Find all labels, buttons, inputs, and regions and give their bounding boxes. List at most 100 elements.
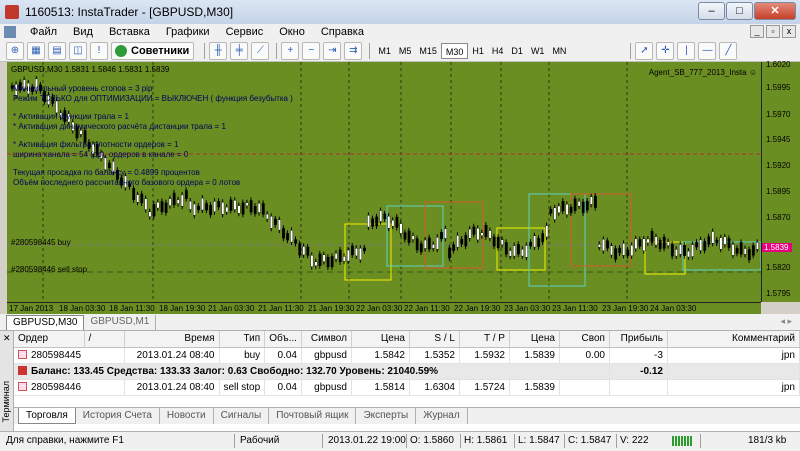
chart-tab-gbpusd-m1[interactable]: GBPUSD,M1 [84,315,157,330]
terminal-close-icon[interactable]: ✕ [3,333,11,344]
tab-experts[interactable]: Эксперты [356,408,417,424]
candlestick-icon[interactable]: ╪ [230,41,249,60]
column-open-price[interactable]: Цена [351,331,410,348]
tab-mailbox[interactable]: Почтовый ящик [269,408,357,424]
candle-body [735,248,739,254]
menu-tools[interactable]: Сервис [218,24,272,40]
price-tick: 1.5795 [766,289,791,298]
market-watch-icon[interactable]: ▤ [48,41,66,60]
column-current-price[interactable]: Цена [509,331,560,348]
column-swap[interactable]: Своп [559,331,610,348]
menu-view[interactable]: Вид [65,24,101,40]
chart-restore-button[interactable]: ▫ [766,25,780,38]
candle-body [513,245,516,257]
data-window-icon[interactable]: ◫ [69,41,87,60]
chart-close-button[interactable]: x [782,25,796,38]
chart-minimize-button[interactable]: _ [750,25,764,38]
candle-body [270,216,273,229]
menu-charts[interactable]: Графики [158,24,218,40]
ea-comment-line: * Активация динамического расчёта дистан… [13,122,226,131]
close-button[interactable]: ✕ [754,2,796,20]
candle-body [184,190,188,199]
cursor-icon[interactable]: ➚ [635,41,654,60]
menu-window[interactable]: Окно [271,24,313,40]
tab-news[interactable]: Новости [160,408,214,424]
column-profit[interactable]: Прибыль [609,331,668,348]
candle-body [379,210,383,222]
tab-journal[interactable]: Журнал [416,408,468,424]
menu-insert[interactable]: Вставка [101,24,158,40]
vertical-line-icon[interactable]: | [677,41,696,60]
time-tick: 21 Jan 11:30 [258,304,304,313]
sell-stop-order-label[interactable]: #280598446 sell stop [11,265,87,274]
channel-box [386,205,444,267]
column-sort[interactable]: / [84,331,125,348]
candle-body [237,205,241,214]
minimize-button[interactable]: ‒ [698,2,725,20]
menu-file[interactable]: Файл [22,24,65,40]
navigator-icon[interactable]: ! [90,41,108,60]
time-tick: 22 Jan 19:30 [454,304,501,313]
candle-body [468,228,472,239]
crosshair-icon[interactable]: ✛ [656,41,675,60]
candle-body [683,245,686,256]
candle-body [427,237,431,250]
new-chart-icon[interactable]: ⊕ [6,41,24,60]
chart-shift-icon[interactable]: ⇥ [323,41,342,60]
table-row[interactable]: 280598445 2013.01.24 08:40 buy 0.04 gbpu… [14,347,800,364]
column-time[interactable]: Время [124,331,220,348]
tab-account-history[interactable]: История Счета [76,408,160,424]
profiles-icon[interactable]: ▦ [27,41,45,60]
channel-box [424,201,484,269]
autoscroll-icon[interactable]: ⇉ [344,41,363,60]
column-type[interactable]: Тип [219,331,266,348]
timeframe-h1[interactable]: H1 [468,43,488,59]
zoom-in-icon[interactable]: + [281,41,300,60]
expert-advisors-button[interactable]: Советники [111,41,195,60]
column-symbol[interactable]: Символ [301,331,352,348]
horizontal-line-icon[interactable]: — [698,41,717,60]
column-volume[interactable]: Объ... [264,331,302,348]
candle-body [614,248,618,260]
tab-signals[interactable]: Сигналы [214,408,270,424]
column-stop-loss[interactable]: S / L [409,331,460,348]
candle-body [666,241,670,246]
column-comment[interactable]: Комментарий [667,331,800,348]
tab-scroll-arrows[interactable]: ◂ ▸ [780,316,792,327]
column-order[interactable]: Ордер [14,331,85,348]
timeframe-m15[interactable]: M15 [415,43,441,59]
candle-body [140,193,144,204]
toolbar-separator [630,42,632,59]
candle-body [375,216,379,227]
timeframe-h4[interactable]: H4 [488,43,508,59]
menu-help[interactable]: Справка [313,24,372,40]
candle-body [249,200,253,213]
bar-chart-icon[interactable]: ╫ [209,41,228,60]
maximize-button[interactable]: □ [726,2,753,20]
price-chart[interactable]: GBPUSD,M30 1.5831 1.5846 1.5831 1.5839 A… [7,62,761,302]
candle-body [213,201,217,212]
order-symbol: gbpusd [301,347,352,364]
toolbar-separator [204,42,206,59]
column-take-profit[interactable]: T / P [459,331,510,348]
zoom-out-icon[interactable]: − [302,41,321,60]
tab-trade[interactable]: Торговля [18,408,76,424]
candle-body [164,202,168,213]
chart-window-icon[interactable] [4,26,16,38]
timeframe-m30[interactable]: M30 [440,42,469,59]
line-chart-icon[interactable]: ⟋ [251,41,270,60]
timeframe-w1[interactable]: W1 [527,43,549,59]
candle-body [241,202,245,215]
table-row[interactable]: 280598446 2013.01.24 08:40 sell stop 0.0… [14,379,800,396]
timeframe-mn[interactable]: MN [548,43,570,59]
buy-order-label[interactable]: #280598445 buy [11,238,71,247]
timeframe-m5[interactable]: M5 [395,43,416,59]
candle-body [310,255,314,267]
chart-tab-gbpusd-m30[interactable]: GBPUSD,M30 [6,315,85,330]
timeframe-m1[interactable]: M1 [374,43,395,59]
timeframe-d1[interactable]: D1 [507,43,527,59]
trendline-icon[interactable]: ╱ [719,41,738,60]
status-profile[interactable]: Рабочий [240,435,279,446]
price-tick: 1.5895 [766,187,791,196]
connection-status-icon[interactable] [672,436,692,446]
